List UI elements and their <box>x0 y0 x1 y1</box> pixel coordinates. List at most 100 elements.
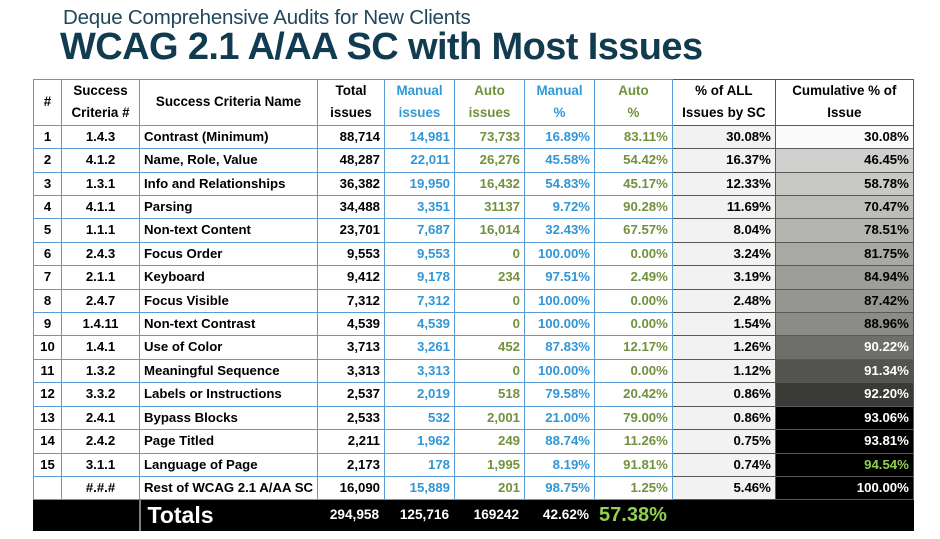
cell-manual_pct: 100.00% <box>524 288 596 314</box>
cell-num: 6 <box>33 241 62 267</box>
totals-spacer-sc <box>61 499 140 532</box>
cell-pct_all: 16.37% <box>671 148 776 173</box>
cell-pct_all: 1.12% <box>671 358 776 384</box>
cell-num: 4 <box>33 195 62 220</box>
cell-cumulative: 90.22% <box>774 335 914 360</box>
cell-total: 48,287 <box>317 148 386 173</box>
table-row: 1 1.4.3 Contrast (Minimum) 88,714 14,981 73,7… <box>33 124 914 150</box>
header-line-2: issues <box>468 105 511 121</box>
cell-name: Use of Color <box>138 335 319 360</box>
cell-pct_all: 0.75% <box>671 429 776 454</box>
cell-auto: 0 <box>454 288 526 314</box>
cell-name: Name, Role, Value <box>138 148 319 173</box>
cell-manual_pct: 98.75% <box>524 475 596 501</box>
table-row: 11 1.3.2 Meaningful Sequence 3,313 3,313 0 100… <box>33 358 914 384</box>
cell-pct_all: 2.48% <box>671 288 776 314</box>
cell-sc: 1.4.1 <box>61 335 140 360</box>
cell-num <box>33 475 62 501</box>
cell-num: 7 <box>33 265 62 290</box>
cell-name: Non-text Contrast <box>138 312 319 337</box>
cell-auto: 234 <box>454 265 526 290</box>
cell-num: 10 <box>33 335 62 360</box>
table-row: 8 2.4.7 Focus Visible 7,312 7,312 0 100.00% 0.0… <box>33 288 914 314</box>
totals-spacer-num <box>33 499 62 532</box>
header-line-1: Auto <box>618 83 649 98</box>
cell-manual_pct: 79.58% <box>524 382 596 407</box>
table-row: 3 1.3.1 Info and Relationships 36,382 19,950… <box>33 171 914 197</box>
cell-pct_all: 30.08% <box>671 124 776 150</box>
cell-num: 1 <box>33 124 62 150</box>
cell-manual: 14,981 <box>384 124 456 150</box>
issues-table-container: # Success Criteria # Success Criteria Nam… <box>33 79 914 532</box>
cell-manual: 3,261 <box>384 335 456 360</box>
header-line-1: Manual <box>396 83 443 98</box>
cell-manual: 3,351 <box>384 195 456 220</box>
cell-manual: 532 <box>384 405 456 431</box>
cell-pct_all: 1.26% <box>671 335 776 360</box>
cell-cumulative: 46.45% <box>774 148 914 173</box>
cell-manual_pct: 88.74% <box>524 429 596 454</box>
cell-sc: 1.4.11 <box>61 312 140 337</box>
cell-sc: 2.4.7 <box>61 288 140 314</box>
cell-total: 34,488 <box>317 195 386 220</box>
cell-num: 5 <box>33 218 62 243</box>
cell-total: 36,382 <box>317 171 386 197</box>
table-row: #.#.# Rest of WCAG 2.1 A/AA SC 16,090 15,88… <box>33 475 914 501</box>
cell-pct_all: 0.86% <box>671 382 776 407</box>
cell-name: Info and Relationships <box>138 171 319 197</box>
cell-auto_pct: 0.00% <box>594 312 673 337</box>
cell-auto_pct: 0.00% <box>594 358 673 384</box>
cell-cumulative: 87.42% <box>774 288 914 314</box>
col-header-success-criteria-num: Success Criteria # <box>61 79 140 126</box>
cell-cumulative: 84.94% <box>774 265 914 290</box>
cell-total: 7,312 <box>317 288 386 314</box>
totals-manual: 125,716 <box>384 499 456 532</box>
cell-auto: 1,995 <box>454 452 526 477</box>
cell-total: 9,412 <box>317 265 386 290</box>
header-line-1: Success Criteria Name <box>155 94 302 110</box>
cell-auto_pct: 12.17% <box>594 335 673 360</box>
col-header-success-criteria-name: Success Criteria Name <box>138 79 319 126</box>
cell-name: Page Titled <box>138 429 319 454</box>
cell-auto_pct: 1.25% <box>594 475 673 501</box>
totals-label: Totals <box>138 499 319 532</box>
header-line-1: % of ALL <box>695 83 753 98</box>
table-row: 13 2.4.1 Bypass Blocks 2,533 532 2,001 21.00% 7… <box>33 405 914 431</box>
cell-manual: 1,962 <box>384 429 456 454</box>
cell-auto: 26,276 <box>454 148 526 173</box>
cell-manual_pct: 100.00% <box>524 358 596 384</box>
header-line-2: issues <box>398 105 441 121</box>
cell-pct_all: 1.54% <box>671 312 776 337</box>
cell-auto: 0 <box>454 358 526 384</box>
cell-name: Keyboard <box>138 265 319 290</box>
cell-manual_pct: 32.43% <box>524 218 596 243</box>
table-row: 6 2.4.3 Focus Order 9,553 9,553 0 100.00% 0.00%… <box>33 241 914 267</box>
cell-auto_pct: 0.00% <box>594 288 673 314</box>
cell-manual: 15,889 <box>384 475 456 501</box>
header-line-1: Auto <box>474 83 505 98</box>
cell-num: 13 <box>33 405 62 431</box>
cell-sc: #.#.# <box>61 475 140 501</box>
cell-num: 2 <box>33 148 62 173</box>
table-row: 2 4.1.2 Name, Role, Value 48,287 22,011 26,27… <box>33 148 914 173</box>
wcag-issues-table: # Success Criteria # Success Criteria Nam… <box>33 79 914 532</box>
cell-name: Focus Visible <box>138 288 319 314</box>
cell-auto: 2,001 <box>454 405 526 431</box>
cell-manual_pct: 100.00% <box>524 241 596 267</box>
cell-auto_pct: 91.81% <box>594 452 673 477</box>
cell-num: 15 <box>33 452 62 477</box>
cell-pct_all: 0.74% <box>671 452 776 477</box>
col-header-auto-issues: Auto issues <box>454 79 526 126</box>
header-line-2: Issues by SC <box>682 105 766 121</box>
cell-cumulative: 92.20% <box>774 382 914 407</box>
table-row: 10 1.4.1 Use of Color 3,713 3,261 452 87.83% 12… <box>33 335 914 360</box>
cell-name: Language of Page <box>138 452 319 477</box>
cell-sc: 2.1.1 <box>61 265 140 290</box>
cell-name: Non-text Content <box>138 218 319 243</box>
cell-sc: 2.4.3 <box>61 241 140 267</box>
cell-manual: 7,687 <box>384 218 456 243</box>
cell-auto_pct: 54.42% <box>594 148 673 173</box>
cell-sc: 4.1.1 <box>61 195 140 220</box>
cell-manual_pct: 100.00% <box>524 312 596 337</box>
cell-auto_pct: 83.11% <box>594 124 673 150</box>
